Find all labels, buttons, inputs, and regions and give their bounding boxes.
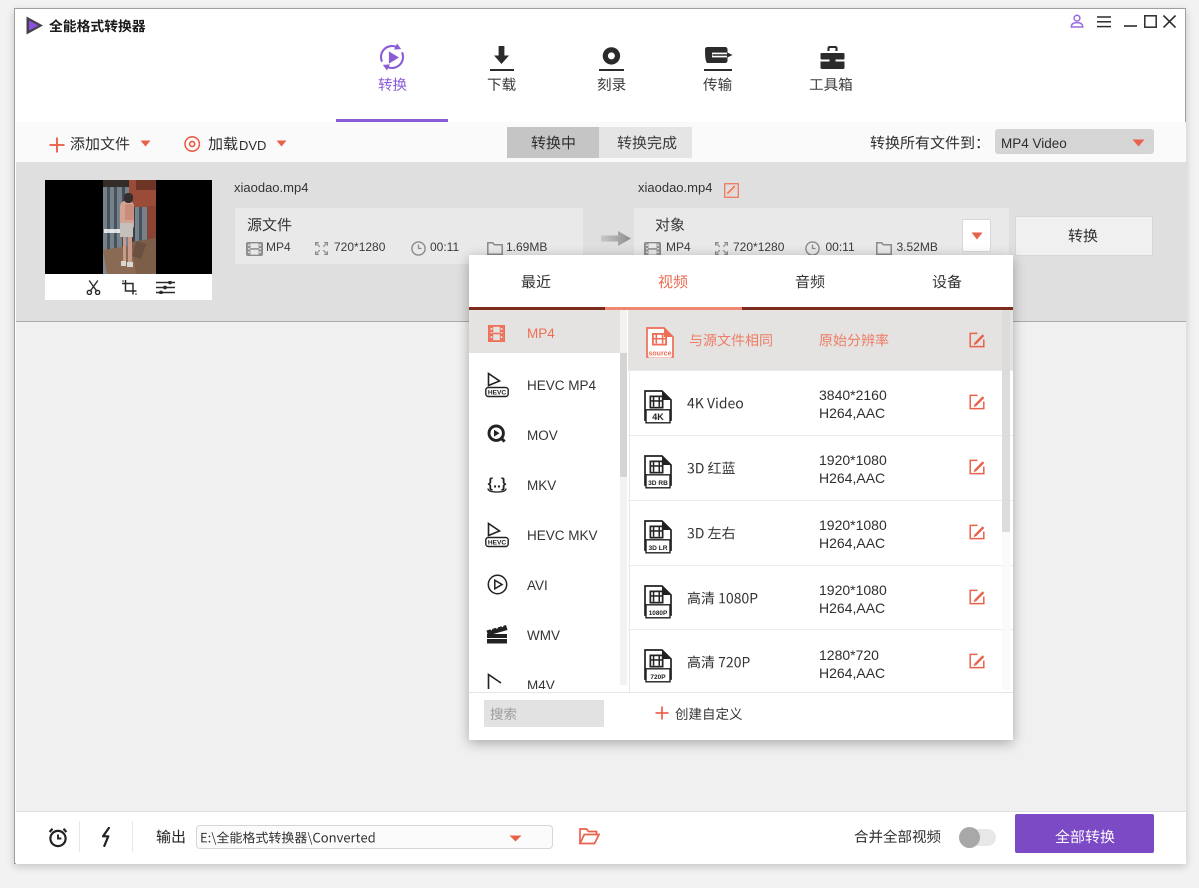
svg-text:720P: 720P — [650, 674, 666, 681]
svg-text:source: source — [649, 351, 672, 358]
svg-text:3D LR: 3D LR — [648, 544, 667, 551]
svg-text:4K: 4K — [652, 411, 664, 421]
svg-text:{..}: {..} — [488, 474, 507, 490]
svg-text:3D RB: 3D RB — [648, 479, 668, 486]
svg-text:1080P: 1080P — [649, 609, 668, 616]
svg-text:HEVC: HEVC — [488, 539, 507, 546]
svg-text:HEVC: HEVC — [488, 389, 507, 396]
